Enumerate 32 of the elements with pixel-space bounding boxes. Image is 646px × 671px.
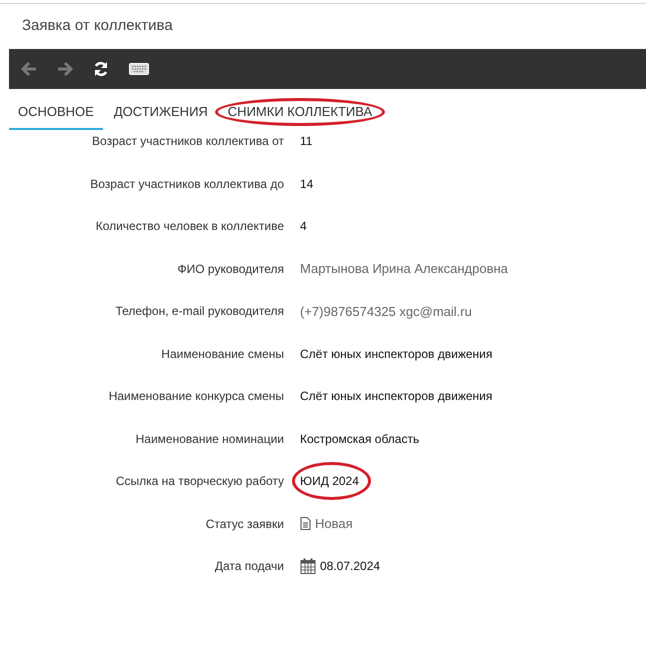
- field-value: Слёт юных инспекторов движения: [300, 346, 492, 363]
- field-label: Наименование конкурса смены: [108, 388, 284, 406]
- field-value: 08.07.2024: [320, 558, 380, 576]
- field-label: Наименование номинации: [136, 430, 284, 448]
- keyboard-icon[interactable]: [129, 63, 149, 75]
- forward-arrow-icon[interactable]: [57, 62, 73, 76]
- field-value: 14: [300, 176, 314, 193]
- field-value: Новая: [315, 515, 353, 533]
- field-value: 4: [300, 218, 307, 236]
- field-value: Слёт юных инспекторов движения: [300, 388, 492, 406]
- tab[interactable]: ДОСТИЖЕНИЯ: [104, 96, 217, 130]
- document-icon: [300, 517, 311, 530]
- refresh-icon[interactable]: [93, 61, 109, 77]
- calendar-icon: [300, 558, 316, 574]
- field-label: Телефон, e-mail руководителя: [115, 303, 284, 320]
- field-value: Мартынова Ирина Александровна: [300, 260, 508, 278]
- field-value: Костромская область: [300, 430, 420, 448]
- field-value: (+7)9876574325 xgc@mail.ru: [300, 302, 472, 321]
- field-value: 11: [300, 133, 312, 150]
- field-label: Статус заявки: [206, 516, 284, 533]
- field-label: Количество человек в коллективе: [96, 218, 284, 236]
- field-label: Возраст участников коллектива от: [92, 133, 284, 150]
- field-label: Наименование смены: [161, 346, 284, 363]
- field-label: ФИО руководителя: [177, 260, 284, 278]
- field-label: Дата подачи: [214, 558, 284, 576]
- tab[interactable]: ОСНОВНОЕ: [9, 96, 103, 130]
- window-title: Заявка от коллектива: [22, 16, 173, 36]
- field-label: Возраст участников коллектива до: [90, 176, 284, 193]
- back-arrow-icon[interactable]: [21, 62, 37, 76]
- field-value: ЮИД 2024: [300, 473, 359, 490]
- field-label: Ссылка на творческую работу: [116, 473, 284, 490]
- tab[interactable]: СНИМКИ КОЛЛЕКТИВА: [218, 96, 382, 130]
